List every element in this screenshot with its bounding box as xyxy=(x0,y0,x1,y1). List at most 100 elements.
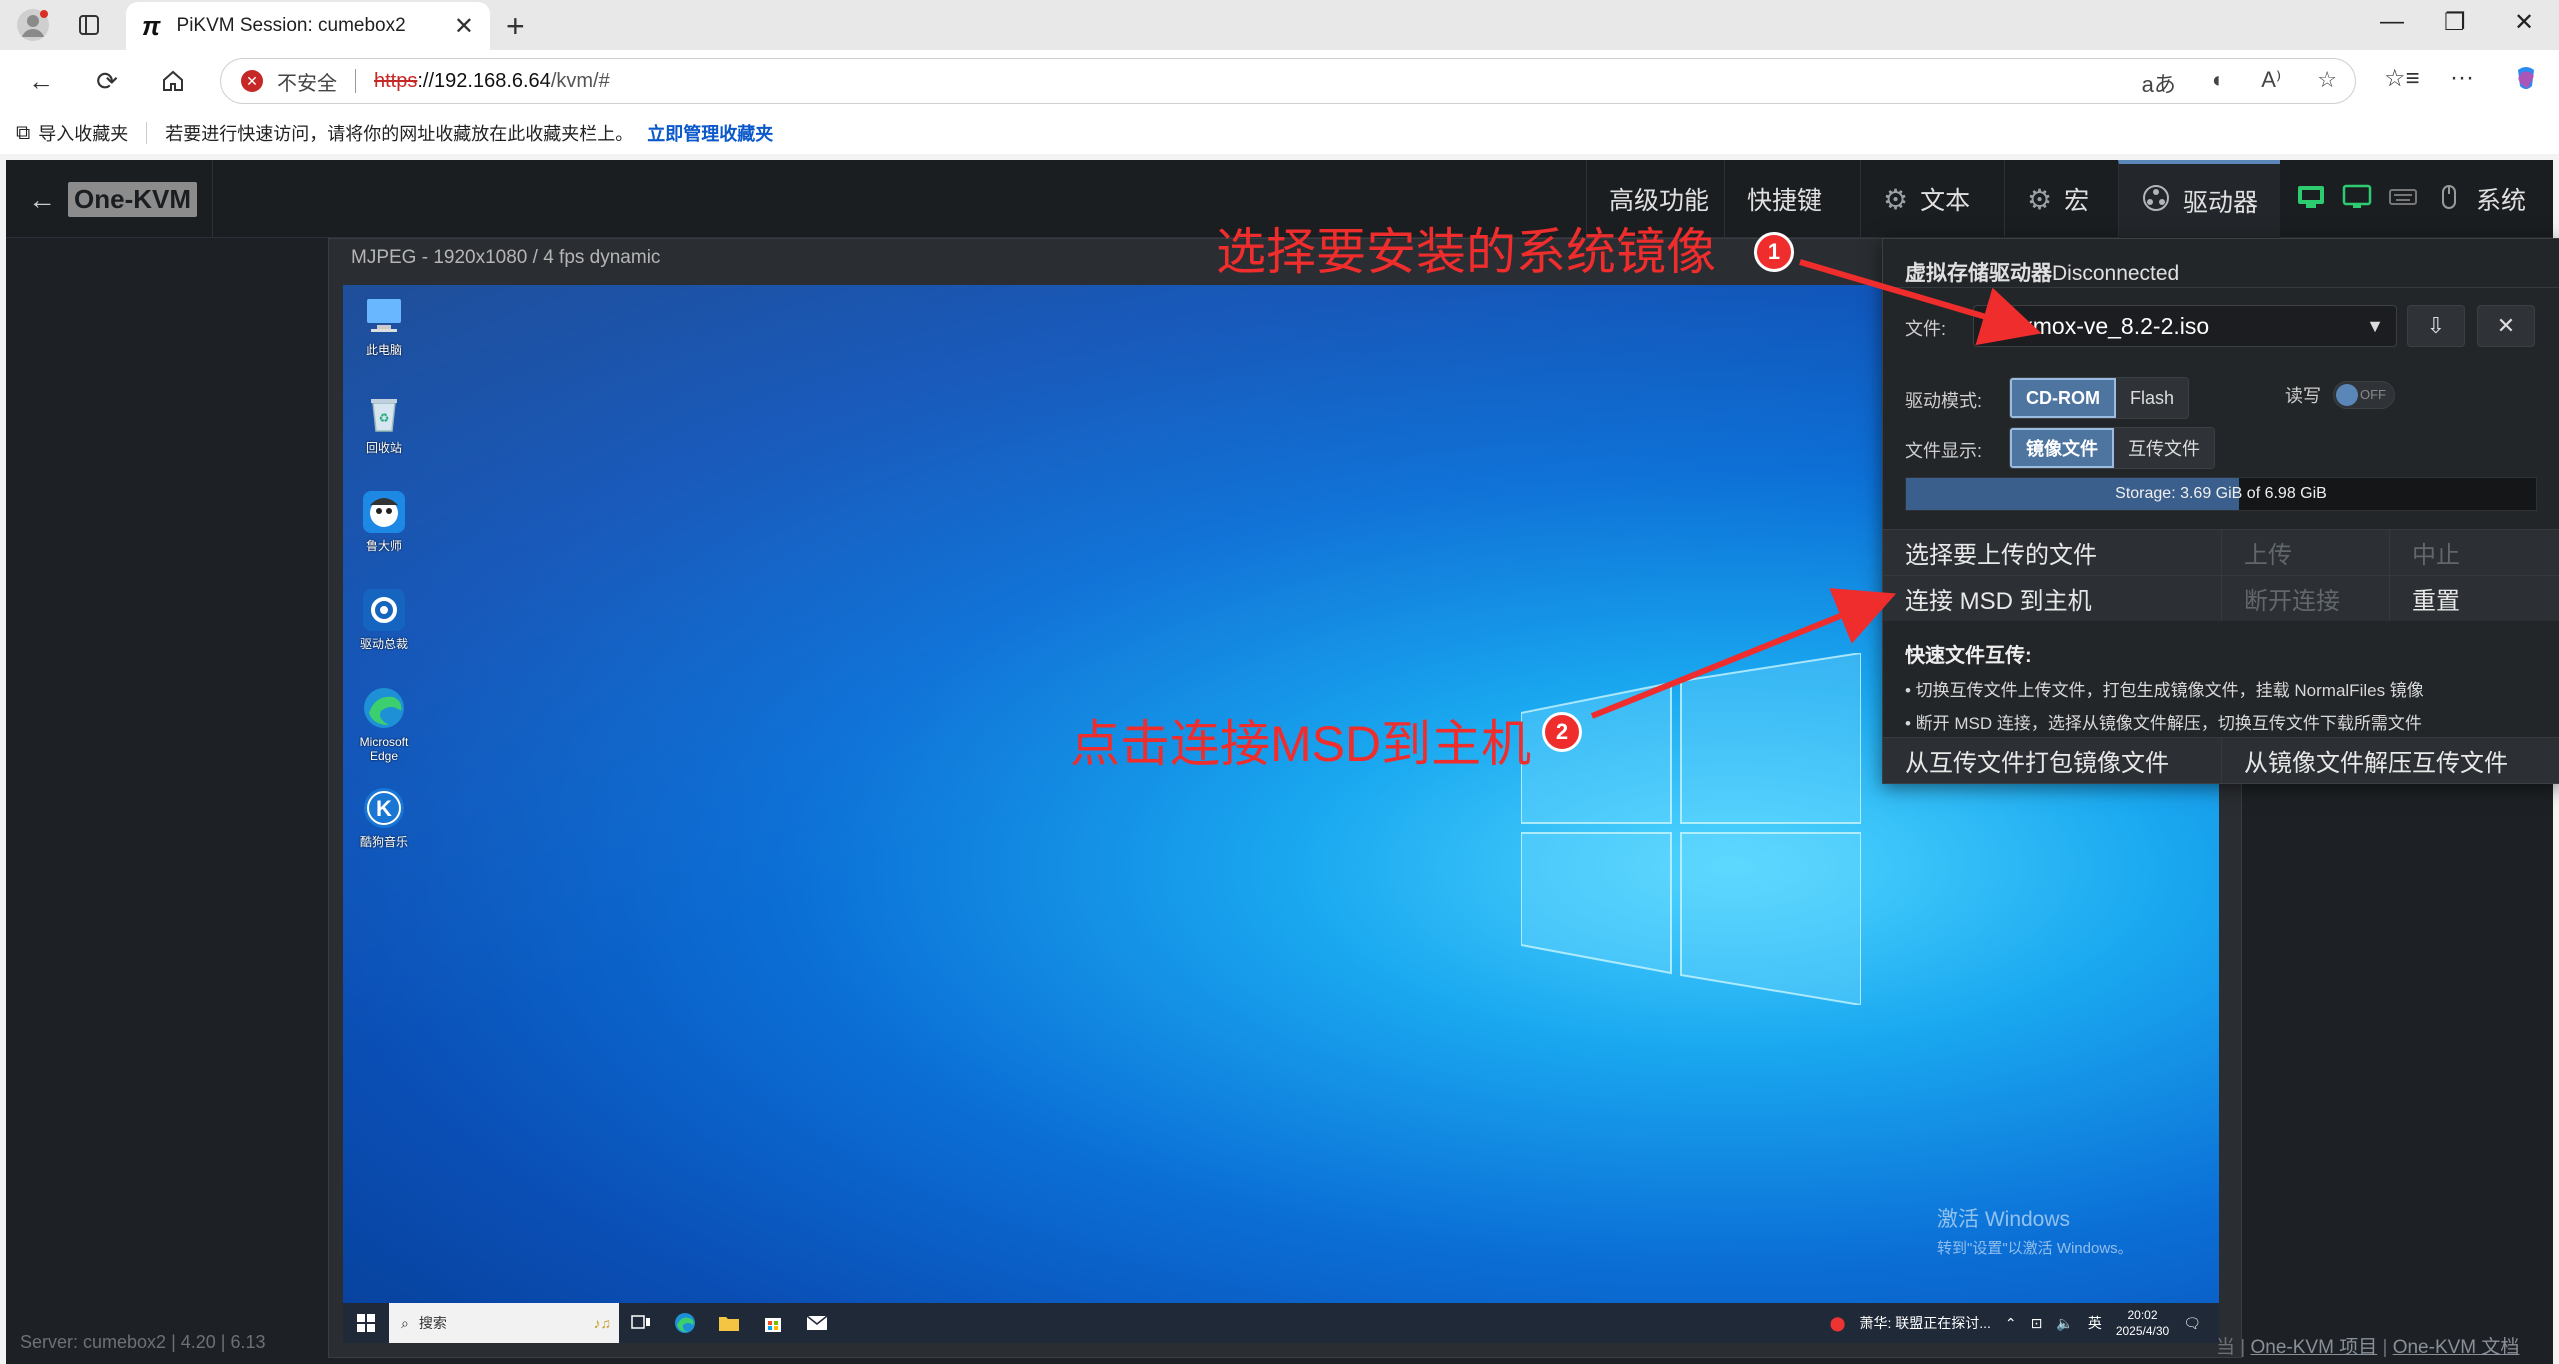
store-icon[interactable] xyxy=(751,1303,795,1343)
desktop-icon-label: 驱动总裁 xyxy=(359,637,408,651)
favorite-star-icon[interactable]: ☆ xyxy=(2317,67,2337,99)
taskbar-clock[interactable]: 20:02 2025/4/30 xyxy=(2116,1307,2169,1339)
choose-upload-button[interactable]: 选择要上传的文件 xyxy=(1883,530,2222,575)
monitor-status-icon[interactable] xyxy=(2342,184,2372,210)
recycle-bin-icon: ♻ xyxy=(371,399,397,432)
import-favorites-link[interactable]: 导入收藏夹 xyxy=(38,120,128,146)
tip-title: 快速文件互传: xyxy=(1905,645,2032,667)
download-icon: ⇩ xyxy=(2426,313,2446,338)
remove-image-button[interactable]: ✕ xyxy=(2477,305,2535,347)
activate-windows-watermark: 激活 Windows 转到"设置"以激活 Windows。 xyxy=(1937,1203,2133,1258)
upload-row: 选择要上传的文件 上传 中止 xyxy=(1883,529,2559,575)
menu-text[interactable]: ⚙ 文本 xyxy=(1860,160,1992,238)
address-bar-row: ← ⟳ ✕ 不安全 https://192.168.6.64/kvm/# aあ … xyxy=(0,50,2559,112)
activate-line2: 转到"设置"以激活 Windows。 xyxy=(1937,1240,2133,1257)
download-image-button[interactable]: ⇩ xyxy=(2407,305,2465,347)
msd-divider xyxy=(1883,287,2559,288)
menu-text-label: 文本 xyxy=(1920,187,1971,215)
annotation-step2: 点击连接MSD到主机 xyxy=(1070,716,1532,772)
back-icon[interactable]: ← xyxy=(24,64,58,98)
notification-icon[interactable]: 🗨 xyxy=(2183,1315,2201,1332)
display-transfer-button[interactable]: 互传文件 xyxy=(2114,428,2214,468)
docs-link[interactable]: One-KVM 文档 xyxy=(2393,1337,2520,1358)
network-tray-icon[interactable]: ⊡ xyxy=(2031,1315,2043,1332)
translate-icon[interactable]: aあ xyxy=(2142,67,2176,99)
tab-close-icon[interactable]: ✕ xyxy=(454,12,474,41)
taskbar-edge-icon[interactable] xyxy=(663,1303,707,1343)
rw-toggle[interactable]: OFF xyxy=(2333,381,2395,409)
image-file-select[interactable]: proxmox-ve_8.2-2.iso ▼ xyxy=(1973,305,2397,347)
tray-expand-icon[interactable]: ⌃ xyxy=(2005,1315,2017,1332)
reload-icon[interactable]: ⟳ xyxy=(90,64,124,98)
read-aloud-icon[interactable]: A⁾ xyxy=(2261,67,2281,99)
unpack-image-button[interactable]: 从镜像文件解压互传文件 xyxy=(2222,738,2559,783)
rw-label: 读写 xyxy=(2285,386,2321,406)
pack-image-button[interactable]: 从互传文件打包镜像文件 xyxy=(1883,738,2222,783)
menu-macro[interactable]: ⚙ 宏 xyxy=(2004,160,2111,238)
reset-button[interactable]: 重置 xyxy=(2390,576,2559,621)
ime-indicator[interactable]: 英 xyxy=(2088,1313,2102,1333)
favorites-icon[interactable]: ☆≡ xyxy=(2384,64,2420,93)
mode-flash-button[interactable]: Flash xyxy=(2116,378,2189,418)
connect-msd-button[interactable]: 连接 MSD 到主机 xyxy=(1883,576,2222,621)
keyboard-status-icon[interactable] xyxy=(2388,184,2418,210)
copilot-icon[interactable] xyxy=(2512,64,2540,99)
mail-icon[interactable] xyxy=(795,1303,839,1343)
abort-button[interactable]: 中止 xyxy=(2390,530,2559,575)
desktop-icon-edge[interactable]: Microsoft Edge xyxy=(353,685,415,763)
url-bar[interactable]: ✕ 不安全 https://192.168.6.64/kvm/# aあ ◐ A⁾… xyxy=(220,58,2356,104)
volume-icon[interactable]: 🔈 xyxy=(2056,1315,2073,1332)
svg-text:K: K xyxy=(376,796,392,821)
desktop-icon-this-pc[interactable]: 此电脑 xyxy=(353,293,415,357)
computer-icon xyxy=(367,299,401,332)
url-text[interactable]: https://192.168.6.64/kvm/# xyxy=(374,70,610,93)
manage-favorites-link[interactable]: 立即管理收藏夹 xyxy=(647,120,773,146)
display-images-button[interactable]: 镜像文件 xyxy=(2010,428,2114,468)
import-favorites-icon[interactable]: ⧉ xyxy=(16,122,30,145)
start-icon[interactable] xyxy=(343,1314,389,1332)
chevron-down-icon: ▼ xyxy=(2366,315,2384,336)
menu-system[interactable]: 系统 xyxy=(2466,160,2536,238)
restore-icon[interactable]: ❐ xyxy=(2444,8,2466,37)
tracking-prevention-icon[interactable]: ◐ xyxy=(2212,67,2225,99)
tab-actions-icon[interactable] xyxy=(74,10,104,40)
close-window-icon[interactable]: ✕ xyxy=(2514,8,2534,37)
favorites-hint: 若要进行快速访问，请将你的网址收藏放在此收藏夹栏上。 xyxy=(165,124,634,144)
project-link[interactable]: One-KVM 项目 xyxy=(2251,1337,2378,1358)
mouse-status-icon[interactable] xyxy=(2434,184,2464,210)
file-explorer-icon[interactable] xyxy=(707,1303,751,1343)
taskbar-search[interactable]: ⌕ 搜索 ♪♫ xyxy=(389,1303,619,1343)
desktop-icon-label: Microsoft Edge xyxy=(359,735,409,763)
desktop-icon-kugou[interactable]: K 酷狗音乐 xyxy=(353,785,415,849)
home-icon[interactable] xyxy=(156,64,190,98)
activate-line1: 激活 Windows xyxy=(1937,1208,2071,1231)
drive-mode-label: 驱动模式: xyxy=(1905,391,1983,411)
tab-title: PiKVM Session: cumebox2 xyxy=(176,15,406,36)
upload-button[interactable]: 上传 xyxy=(2222,530,2390,575)
file-display-label: 文件显示: xyxy=(1905,441,1983,461)
nba-news-icon[interactable]: ⬤ xyxy=(1830,1315,1846,1332)
more-menu-icon[interactable]: ··· xyxy=(2450,64,2474,92)
pi-favicon-icon: π xyxy=(142,10,161,41)
menu-drive[interactable]: 驱动器 xyxy=(2118,160,2281,238)
minimize-icon[interactable]: — xyxy=(2380,8,2404,36)
new-tab-icon[interactable]: + xyxy=(506,8,525,45)
desktop-icon-ludashi[interactable]: 鲁大师 xyxy=(353,489,415,553)
desktop-icon-recycle-bin[interactable]: ♻ 回收站 xyxy=(353,391,415,455)
taskbar-news[interactable]: 萧华: 联盟正在探讨... xyxy=(1859,1313,1990,1333)
insecure-warning-icon[interactable]: ✕ xyxy=(241,70,263,92)
network-status-icon[interactable] xyxy=(2296,184,2326,210)
back-arrow-icon[interactable]: ← xyxy=(28,184,56,216)
mode-cdrom-button[interactable]: CD-ROM xyxy=(2010,378,2116,418)
footer-links: 当 | One-KVM 项目 | One-KVM 文档 xyxy=(2216,1332,2519,1359)
browser-tab-bar: π PiKVM Session: cumebox2 ✕ + — ❐ ✕ xyxy=(0,0,2559,50)
task-view-icon[interactable] xyxy=(619,1303,663,1343)
menu-shortcuts[interactable]: 快捷键 xyxy=(1724,160,1844,238)
profile-avatar-icon[interactable] xyxy=(16,8,50,42)
desktop-icon-driver[interactable]: 驱动总裁 xyxy=(353,587,415,651)
brand[interactable]: ← One-KVM xyxy=(28,182,197,217)
insecure-label[interactable]: 不安全 xyxy=(277,67,337,96)
browser-tab-active[interactable]: π PiKVM Session: cumebox2 ✕ xyxy=(126,2,490,50)
disconnect-button[interactable]: 断开连接 xyxy=(2222,576,2390,621)
annotation-step1: 选择要安装的系统镜像 xyxy=(1216,224,1716,280)
